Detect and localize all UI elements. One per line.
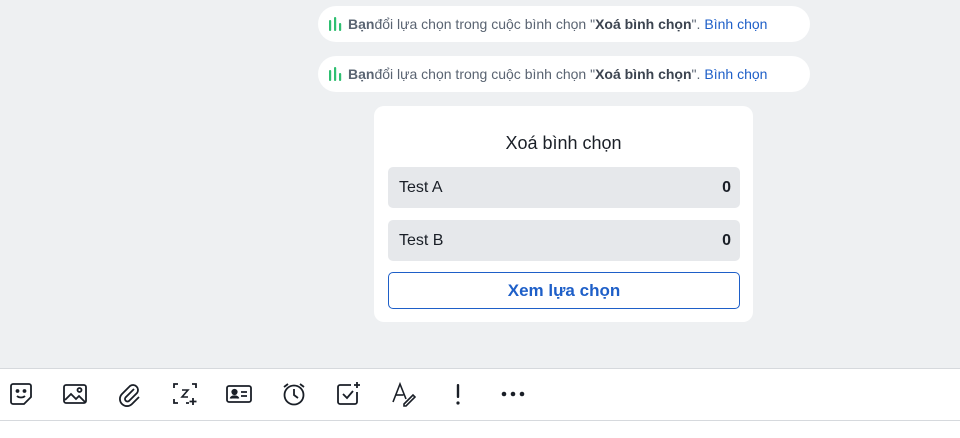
system-message: Bạn đổi lựa chọn trong cuộc bình chọn " X… xyxy=(318,6,810,42)
urgent-icon xyxy=(456,384,460,405)
sticker-icon xyxy=(10,383,32,405)
image-icon xyxy=(63,384,87,404)
message-poll-name: Xoá bình chọn xyxy=(595,66,692,82)
contact-card-button[interactable] xyxy=(226,381,252,407)
contact-card-icon xyxy=(226,385,252,403)
composer-toolbar xyxy=(0,368,960,421)
text-format-icon xyxy=(392,381,416,407)
task-icon xyxy=(337,382,360,405)
view-choices-button[interactable]: Xem lựa chọn xyxy=(388,272,740,309)
poll-title: Xoá bình chọn xyxy=(505,133,622,153)
text-format-button[interactable] xyxy=(390,381,416,407)
message-actor: Bạn xyxy=(348,16,375,32)
poll-option-label: Test A xyxy=(399,178,443,196)
more-icon xyxy=(501,391,525,397)
composer-input-area[interactable] xyxy=(0,421,960,438)
message-text: đổi lựa chọn trong cuộc bình chọn " xyxy=(374,66,596,82)
urgent-button[interactable] xyxy=(445,381,471,407)
chat-area: Bạn đổi lựa chọn trong cuộc bình chọn " X… xyxy=(0,0,960,368)
message-poll-name: Xoá bình chọn xyxy=(595,16,692,32)
message-actor: Bạn xyxy=(348,66,375,82)
more-button[interactable] xyxy=(500,381,526,407)
poll-option[interactable]: Test B 0 xyxy=(388,220,740,261)
poll-card: Xoá bình chọn Test A 0 Test B 0 Xem lựa … xyxy=(374,106,753,322)
message-text: đổi lựa chọn trong cuộc bình chọn " xyxy=(374,16,596,32)
sticker-button[interactable] xyxy=(8,381,34,407)
image-button[interactable] xyxy=(62,381,88,407)
poll-option-count: 0 xyxy=(722,231,731,249)
poll-bars-icon xyxy=(329,17,342,31)
screenshot-button[interactable] xyxy=(172,381,198,407)
view-poll-link[interactable]: Bình chọn xyxy=(704,66,767,82)
poll-option-label: Test B xyxy=(399,231,444,249)
poll-option[interactable]: Test A 0 xyxy=(388,167,740,208)
reminder-button[interactable] xyxy=(281,381,307,407)
view-poll-link[interactable]: Bình chọn xyxy=(704,16,767,32)
attachment-icon xyxy=(119,384,140,407)
poll-bars-icon xyxy=(329,67,342,81)
system-message: Bạn đổi lựa chọn trong cuộc bình chọn " X… xyxy=(318,56,810,92)
reminder-clock-icon xyxy=(283,383,305,406)
task-button[interactable] xyxy=(335,381,361,407)
attachment-button[interactable] xyxy=(116,381,142,407)
poll-option-count: 0 xyxy=(722,178,731,196)
message-text-end: ". xyxy=(691,16,701,32)
message-text-end: ". xyxy=(691,66,701,82)
screenshot-icon xyxy=(173,383,197,405)
